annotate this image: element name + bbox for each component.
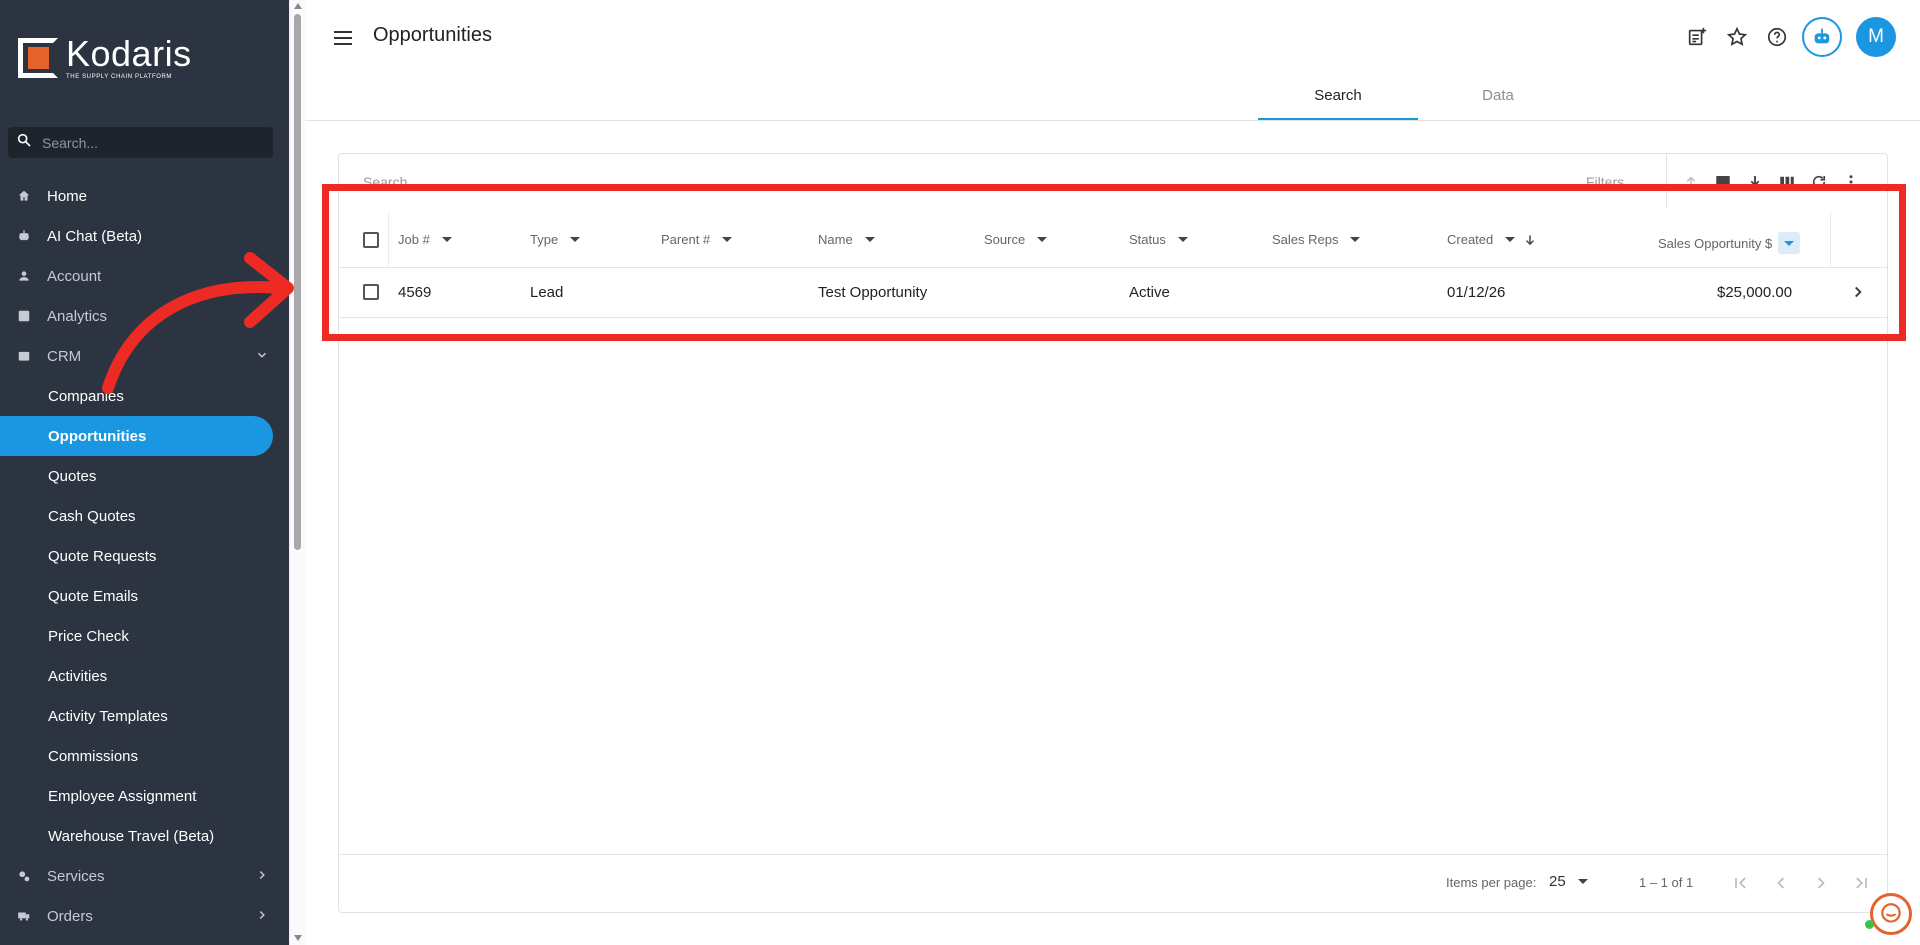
sidebar-item-label: Price Check: [48, 627, 129, 645]
star-icon[interactable]: [1722, 22, 1752, 52]
next-page-icon[interactable]: [1809, 871, 1833, 895]
sidebar-item-label: Opportunities: [48, 427, 147, 445]
sidebar-scrollbar[interactable]: [289, 0, 305, 945]
sidebar-item-label: Cash Quotes: [48, 507, 136, 525]
page-size-select[interactable]: 25: [1549, 873, 1588, 890]
page-title: Opportunities: [373, 24, 492, 46]
sidebar: Kodaris THE SUPPLY CHAIN PLATFORM Home A…: [0, 0, 289, 945]
logo-name: Kodaris: [66, 33, 192, 74]
pager-buttons: [1729, 871, 1889, 895]
sidebar-item-label: Activities: [48, 667, 108, 685]
analytics-icon: [16, 308, 32, 324]
sidebar-item-label: Quote Emails: [48, 587, 139, 605]
sidebar-item-quote-requests[interactable]: Quote Requests: [0, 536, 289, 576]
help-icon[interactable]: [1762, 22, 1792, 52]
sidebar-item-label: Employee Assignment: [48, 787, 197, 805]
view-tabs: Search Data: [1258, 78, 1578, 120]
hamburger-menu-icon[interactable]: [331, 26, 355, 50]
robot-icon: [1814, 28, 1830, 44]
logo-mark-icon: [18, 38, 58, 78]
scroll-up-icon[interactable]: [294, 3, 302, 9]
sidebar-item-home[interactable]: Home: [0, 176, 289, 216]
chevron-right-icon: [259, 910, 265, 920]
sidebar-item-label: Orders: [47, 907, 93, 925]
sidebar-item-orders[interactable]: Orders: [0, 896, 289, 936]
sidebar-item-quotes[interactable]: Quotes: [0, 456, 289, 496]
items-per-page-label: Items per page:: [1446, 875, 1537, 890]
ai-assistant-button[interactable]: [1802, 17, 1842, 57]
sidebar-item-employee-assignment[interactable]: Employee Assignment: [0, 776, 289, 816]
first-page-icon[interactable]: [1729, 871, 1753, 895]
sidebar-item-opportunities[interactable]: Opportunities: [0, 416, 273, 456]
tab-search[interactable]: Search: [1258, 78, 1418, 120]
annotation-arrow-icon: [102, 252, 294, 394]
sidebar-item-label: Quote Requests: [48, 547, 157, 565]
crm-icon: [16, 348, 32, 364]
truck-icon: [16, 908, 32, 924]
page-range: 1 – 1 of 1: [1639, 875, 1694, 890]
sidebar-item-label: Home: [47, 187, 88, 205]
sidebar-item-commissions[interactable]: Commissions: [0, 736, 289, 776]
sidebar-item-cash-quotes[interactable]: Cash Quotes: [0, 496, 289, 536]
chat-icon: [1881, 903, 1901, 923]
person-icon: [16, 268, 32, 284]
annotation-highlight-box: [322, 184, 1906, 341]
sidebar-item-warehouse-travel[interactable]: Warehouse Travel (Beta): [0, 816, 289, 856]
online-status-dot: [1865, 920, 1874, 929]
sidebar-item-label: Activity Templates: [48, 707, 168, 725]
sidebar-item-services[interactable]: Services: [0, 856, 289, 896]
sidebar-item-label: Commissions: [48, 747, 139, 765]
scroll-down-icon[interactable]: [294, 935, 302, 941]
support-chat-button[interactable]: [1870, 893, 1912, 935]
caret-down-icon: [1577, 879, 1588, 884]
grid-paginator: Items per page: 25 1 – 1 of 1: [339, 854, 1887, 912]
sidebar-item-label: Quotes: [48, 467, 97, 485]
sidebar-item-activities[interactable]: Activities: [0, 656, 289, 696]
sidebar-search: [8, 127, 273, 158]
page-header: Opportunities M Search Data: [305, 0, 1920, 121]
chevron-right-icon: [259, 870, 265, 880]
add-note-icon[interactable]: [1682, 22, 1712, 52]
home-icon: [16, 188, 32, 204]
logo-tagline: THE SUPPLY CHAIN PLATFORM: [66, 74, 173, 80]
sidebar-item-activity-templates[interactable]: Activity Templates: [0, 696, 289, 736]
header-actions: M: [1672, 17, 1896, 57]
robot-icon: [16, 228, 32, 244]
search-icon: [16, 132, 32, 153]
gears-icon: [16, 868, 32, 884]
last-page-icon[interactable]: [1849, 871, 1873, 895]
previous-page-icon[interactable]: [1769, 871, 1793, 895]
sidebar-item-label: CRM: [47, 347, 82, 365]
kodaris-logo[interactable]: Kodaris THE SUPPLY CHAIN PLATFORM: [18, 36, 192, 80]
sidebar-item-label: Warehouse Travel (Beta): [48, 827, 215, 845]
sidebar-item-quote-emails[interactable]: Quote Emails: [0, 576, 289, 616]
sidebar-item-price-check[interactable]: Price Check: [0, 616, 289, 656]
sidebar-search-input[interactable]: [42, 134, 262, 151]
avatar[interactable]: M: [1856, 17, 1896, 57]
sidebar-item-label: Services: [47, 867, 105, 885]
tab-data[interactable]: Data: [1418, 78, 1578, 120]
